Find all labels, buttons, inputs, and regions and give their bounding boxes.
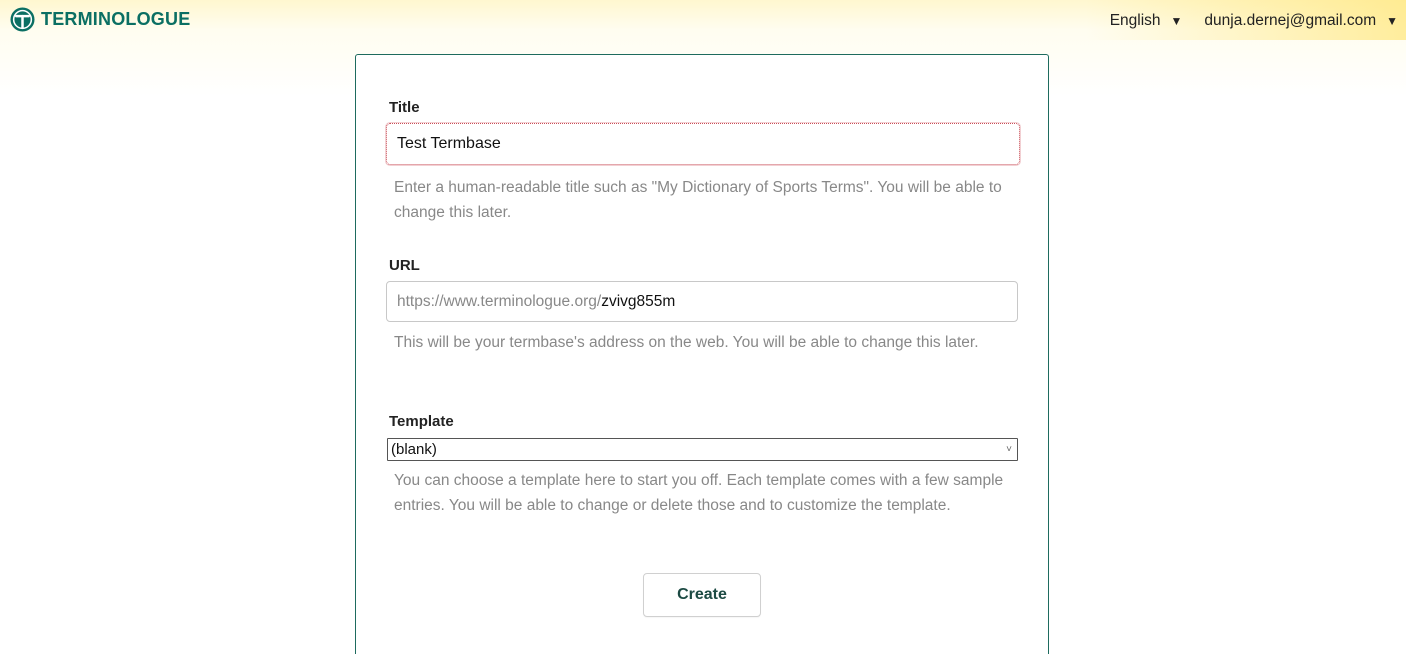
top-nav: English ▼ dunja.dernej@gmail.com ▼ [1110,12,1398,30]
title-help-text: Enter a human-readable title such as "My… [394,179,1002,221]
caret-down-icon: ▼ [1386,14,1398,28]
chevron-down-icon: ˅ [1006,444,1012,455]
url-prefix: https://www.terminologue.org/ [397,292,602,310]
title-input[interactable] [386,123,1020,165]
logo[interactable]: TERMINOLOGUE [10,7,190,32]
language-menu[interactable]: English ▼ [1110,12,1183,30]
logo-text: TERMINOLOGUE [41,9,191,29]
user-menu[interactable]: dunja.dernej@gmail.com ▼ [1204,12,1398,30]
url-label: URL [389,257,420,274]
title-label: Title [389,99,420,116]
create-button[interactable]: Create [643,573,761,617]
template-select[interactable]: (blank) ˅ [387,438,1018,461]
template-selected-value: (blank) [391,441,437,458]
url-field[interactable]: https://www.terminologue.org/ [386,281,1018,322]
language-label: English [1109,12,1161,29]
user-email: dunja.dernej@gmail.com [1204,12,1377,29]
url-slug-input[interactable] [601,292,902,311]
create-termbase-card: Title Enter a human-readable title such … [355,54,1049,654]
caret-down-icon: ▼ [1170,14,1183,28]
terminologue-logo-icon [10,7,35,32]
template-label: Template [389,413,454,430]
url-help-text: This will be your termbase's address on … [394,334,979,351]
template-help-text: You can choose a template here to start … [394,472,1004,514]
